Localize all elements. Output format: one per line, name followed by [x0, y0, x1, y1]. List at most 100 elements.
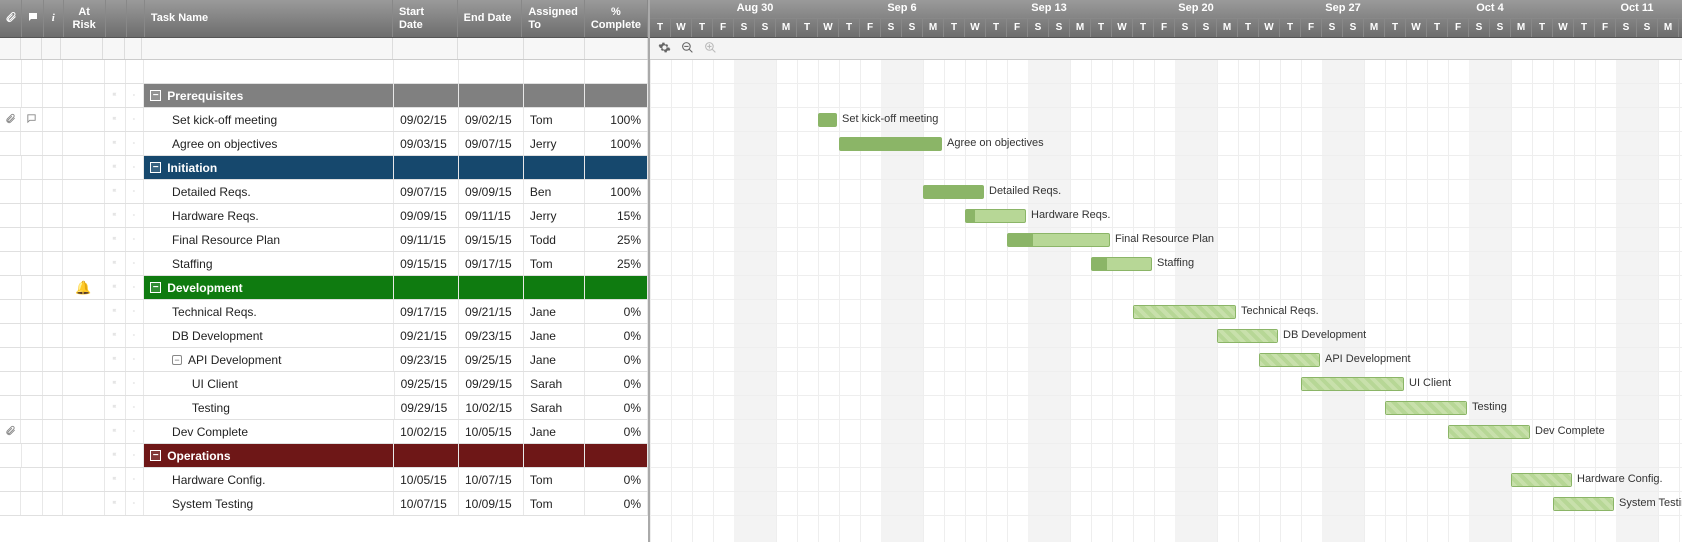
gantt-row[interactable]: DB Development [650, 324, 1682, 348]
cell-info[interactable] [43, 300, 63, 323]
cell-assigned-to[interactable]: Jane [524, 420, 585, 443]
cell-attach[interactable] [0, 396, 21, 419]
cell-attach[interactable] [0, 156, 22, 179]
cell-pct-complete[interactable] [585, 156, 648, 179]
cell-at-risk[interactable] [63, 420, 105, 443]
cell-pct-complete[interactable]: 15% [585, 204, 648, 227]
cell-info[interactable] [43, 84, 63, 107]
cell-pct-complete[interactable]: 0% [585, 396, 648, 419]
cell-attach[interactable] [0, 372, 21, 395]
gantt-bar[interactable]: Final Resource Plan [1007, 233, 1110, 247]
table-row[interactable] [0, 60, 648, 84]
cell-flag1[interactable] [105, 372, 126, 395]
gantt-bar[interactable]: Dev Complete [1448, 425, 1530, 439]
cell-attach[interactable] [0, 204, 21, 227]
cell-flag2[interactable] [126, 84, 144, 107]
cell-info[interactable] [43, 468, 63, 491]
gantt-bar[interactable]: Detailed Reqs. [923, 185, 984, 199]
cell-info[interactable] [43, 108, 63, 131]
gantt-row[interactable]: Hardware Config. [650, 468, 1682, 492]
cell-attach[interactable] [0, 228, 21, 251]
cell-assigned-to[interactable]: Tom [524, 468, 585, 491]
cell-start-date[interactable]: 09/15/15 [394, 252, 459, 275]
cell-task-name[interactable]: Technical Reqs. [144, 300, 394, 323]
cell-end-date[interactable]: 10/07/15 [459, 468, 524, 491]
cell-flag2[interactable] [126, 60, 144, 83]
gantt-row[interactable]: System Testing [650, 492, 1682, 516]
cell-attach[interactable] [0, 324, 21, 347]
cell-flag1[interactable] [105, 420, 126, 443]
collapse-toggle-icon[interactable]: − [150, 90, 161, 101]
gantt-row[interactable]: Final Resource Plan [650, 228, 1682, 252]
col-header-pct-complete[interactable]: % Complete [585, 0, 648, 37]
cell-task-name[interactable]: Set kick-off meeting [144, 108, 394, 131]
gantt-row[interactable]: Dev Complete [650, 420, 1682, 444]
cell-pct-complete[interactable]: 0% [585, 324, 648, 347]
table-row[interactable]: −Prerequisites [0, 84, 648, 108]
gantt-bar[interactable]: Technical Reqs. [1133, 305, 1236, 319]
cell-at-risk[interactable] [63, 324, 105, 347]
cell-task-name[interactable]: −Prerequisites [144, 84, 393, 107]
zoom-out-icon[interactable] [681, 41, 694, 57]
cell-start-date[interactable] [394, 60, 459, 83]
cell-assigned-to[interactable] [524, 156, 585, 179]
gantt-row[interactable]: UI Client [650, 372, 1682, 396]
table-row[interactable]: −Initiation [0, 156, 648, 180]
cell-attach[interactable] [0, 108, 21, 131]
gantt-bar[interactable]: Hardware Config. [1511, 473, 1572, 487]
gantt-bar[interactable]: DB Development [1217, 329, 1278, 343]
cell-start-date[interactable] [394, 444, 459, 467]
collapse-toggle-icon[interactable]: − [150, 450, 161, 461]
cell-info[interactable] [43, 348, 63, 371]
gear-icon[interactable] [658, 41, 671, 57]
cell-task-name[interactable]: −Initiation [144, 156, 393, 179]
cell-flag1[interactable] [105, 204, 126, 227]
cell-assigned-to[interactable]: Sarah [524, 396, 585, 419]
cell-task-name[interactable]: Final Resource Plan [144, 228, 394, 251]
cell-pct-complete[interactable] [585, 444, 648, 467]
cell-pct-complete[interactable]: 100% [585, 180, 648, 203]
cell-pct-complete[interactable]: 100% [585, 108, 648, 131]
col-header-attachment[interactable] [0, 0, 22, 37]
cell-comment[interactable] [21, 252, 42, 275]
cell-start-date[interactable]: 09/07/15 [394, 180, 459, 203]
cell-flag1[interactable] [105, 252, 126, 275]
cell-assigned-to[interactable]: Jane [524, 300, 585, 323]
cell-at-risk[interactable] [63, 204, 105, 227]
cell-flag2[interactable] [126, 300, 144, 323]
cell-at-risk[interactable] [63, 84, 105, 107]
cell-comment[interactable] [22, 60, 44, 83]
cell-pct-complete[interactable]: 0% [585, 468, 648, 491]
cell-attach[interactable] [0, 180, 21, 203]
gantt-row[interactable] [650, 84, 1682, 108]
cell-flag2[interactable] [126, 468, 144, 491]
cell-start-date[interactable]: 09/02/15 [394, 108, 459, 131]
cell-info[interactable] [43, 396, 63, 419]
cell-at-risk[interactable] [63, 156, 105, 179]
gantt-row[interactable] [650, 60, 1682, 84]
gantt-bar[interactable]: Staffing [1091, 257, 1152, 271]
cell-end-date[interactable]: 10/02/15 [459, 396, 524, 419]
cell-assigned-to[interactable]: Todd [524, 228, 585, 251]
cell-task-name[interactable]: Dev Complete [144, 420, 394, 443]
cell-assigned-to[interactable]: Jane [524, 324, 585, 347]
col-header-start-date[interactable]: Start Date [393, 0, 458, 37]
cell-flag1[interactable] [105, 180, 126, 203]
cell-end-date[interactable]: 10/09/15 [459, 492, 524, 515]
cell-info[interactable] [43, 492, 63, 515]
cell-end-date[interactable]: 09/21/15 [459, 300, 524, 323]
cell-assigned-to[interactable] [524, 276, 585, 299]
cell-comment[interactable] [22, 84, 44, 107]
cell-comment[interactable] [21, 372, 42, 395]
cell-at-risk[interactable] [63, 300, 105, 323]
col-header-flag1[interactable] [106, 0, 127, 37]
cell-end-date[interactable]: 09/02/15 [459, 108, 524, 131]
cell-attach[interactable] [0, 252, 21, 275]
cell-task-name[interactable]: −API Development [144, 348, 394, 371]
table-row[interactable]: Testing09/29/1510/02/15Sarah0% [0, 396, 648, 420]
cell-info[interactable] [43, 276, 63, 299]
cell-comment[interactable] [21, 348, 42, 371]
cell-pct-complete[interactable]: 0% [585, 372, 648, 395]
cell-pct-complete[interactable]: 0% [585, 348, 648, 371]
cell-flag1[interactable] [105, 108, 126, 131]
